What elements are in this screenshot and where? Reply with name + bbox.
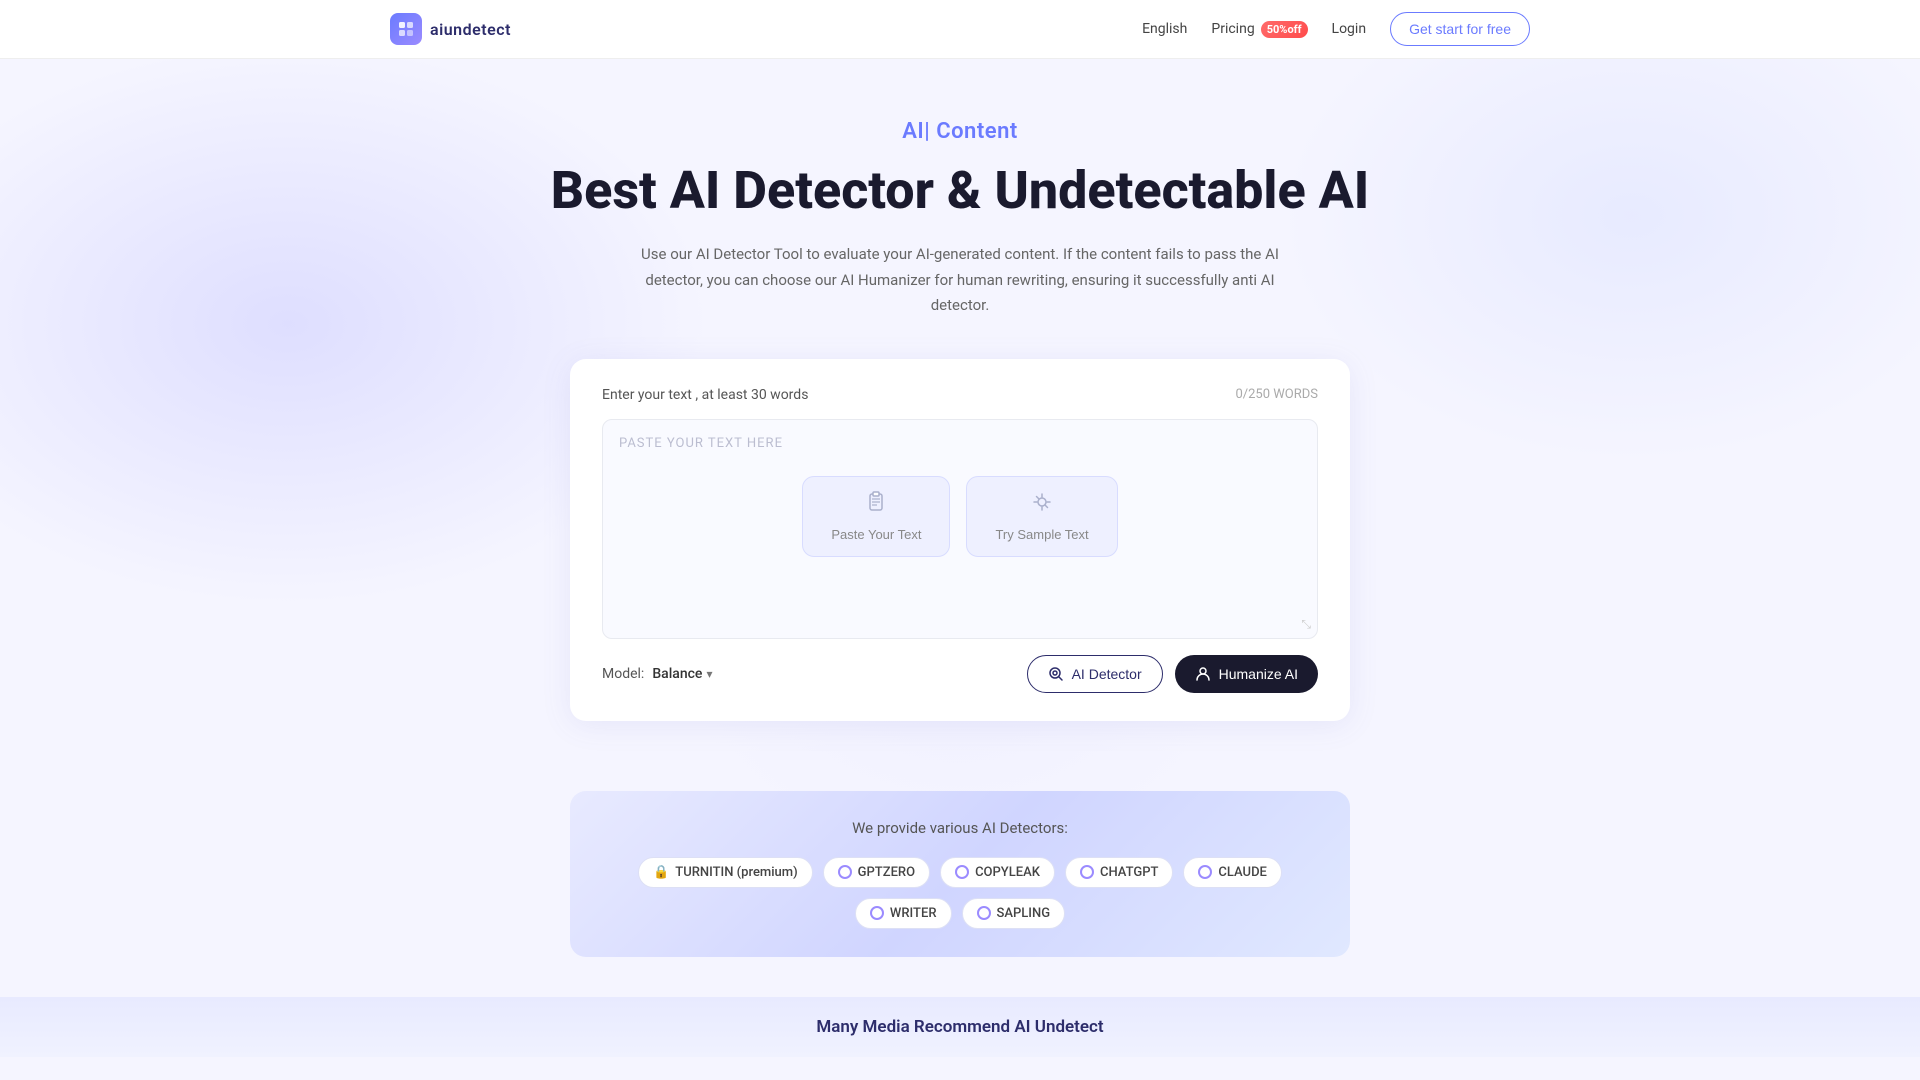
hero-description: Use our AI Detector Tool to evaluate you… [640,242,1280,319]
detector-chips: 🔒 TURNITIN (premium) GPTZERO COPYLEAK CH… [602,857,1318,929]
dot-icon-copyleak [955,865,969,879]
nav-english[interactable]: English [1142,21,1187,37]
chip-label-writer: WRITER [890,906,937,921]
dot-icon-sapling [977,906,991,920]
nav-login[interactable]: Login [1332,21,1367,37]
media-title: Many Media Recommend AI Undetect [20,1017,1900,1037]
chip-label-gptzero: GPTZERO [858,865,915,880]
main-card: Enter your text , at least 30 words 0/25… [570,359,1350,721]
nav-cta-button[interactable]: Get start for free [1390,12,1530,46]
hero-title: Best AI Detector & Undetectable AI [20,160,1900,222]
lock-icon: 🔒 [653,865,669,880]
pricing-area[interactable]: Pricing 50%off [1211,21,1307,38]
humanize-icon [1195,666,1211,682]
paste-text-label: Paste Your Text [831,527,921,542]
humanize-button[interactable]: Humanize AI [1175,655,1318,693]
word-count: 0/250 WORDS [1235,387,1318,402]
chip-label-copyleak: COPYLEAK [975,865,1040,880]
hero-subtitle: AI| Content [20,119,1900,144]
hero-section: AI| Content Best AI Detector & Undetecta… [0,59,1920,751]
logo-area[interactable]: aiundetect [390,13,511,45]
footer-buttons: AI Detector Humanize AI [1027,655,1318,693]
chip-writer[interactable]: WRITER [855,898,952,929]
ai-detector-label: AI Detector [1072,666,1142,682]
detector-icon [1048,666,1064,682]
chip-label-chatgpt: CHATGPT [1100,865,1158,880]
card-header: Enter your text , at least 30 words 0/25… [602,387,1318,403]
media-section: Many Media Recommend AI Undetect [0,997,1920,1057]
chip-gptzero[interactable]: GPTZERO [823,857,930,888]
chip-sapling[interactable]: SAPLING [962,898,1066,929]
detectors-title: We provide various AI Detectors: [602,819,1318,837]
chip-claude[interactable]: CLAUDE [1183,857,1281,888]
resize-handle[interactable]: ⤡ [1301,617,1311,632]
sample-text-label: Try Sample Text [995,527,1088,542]
model-selector: Model: Balance ▾ [602,666,712,682]
navbar: aiundetect English Pricing 50%off Login … [0,0,1920,59]
dot-icon-claude [1198,865,1212,879]
dot-icon-writer [870,906,884,920]
logo-icon [390,13,422,45]
card-label: Enter your text , at least 30 words [602,387,808,403]
sample-icon [1031,491,1053,519]
chip-label-claude: CLAUDE [1218,865,1266,880]
ai-detector-button[interactable]: AI Detector [1027,655,1163,693]
dot-icon-chatgpt [1080,865,1094,879]
text-area-wrapper[interactable]: PASTE YOUR TEXT HERE Paste Your Text [602,419,1318,639]
chip-label-sapling: SAPLING [997,906,1051,921]
model-label: Model: [602,666,644,682]
detectors-section: We provide various AI Detectors: 🔒 TURNI… [570,791,1350,957]
humanize-label: Humanize AI [1219,666,1298,682]
model-dropdown[interactable]: Balance ▾ [652,666,712,682]
dot-icon-gptzero [838,865,852,879]
discount-badge: 50%off [1261,21,1308,38]
nav-pricing: Pricing [1211,21,1254,37]
paste-text-button[interactable]: Paste Your Text [802,476,950,557]
chip-chatgpt[interactable]: CHATGPT [1065,857,1173,888]
nav-right: English Pricing 50%off Login Get start f… [1142,12,1530,46]
card-footer: Model: Balance ▾ AI Detector [602,655,1318,693]
paste-icon [865,491,887,519]
logo-text: aiundetect [430,20,511,39]
action-buttons: Paste Your Text Try [619,436,1301,577]
chip-copyleak[interactable]: COPYLEAK [940,857,1055,888]
dropdown-arrow-icon: ▾ [706,667,712,681]
chip-turnitin[interactable]: 🔒 TURNITIN (premium) [638,857,813,888]
text-placeholder: PASTE YOUR TEXT HERE [619,436,783,451]
model-value: Balance [652,666,702,682]
sample-text-button[interactable]: Try Sample Text [966,476,1117,557]
chip-label-turnitin: TURNITIN (premium) [675,865,797,880]
